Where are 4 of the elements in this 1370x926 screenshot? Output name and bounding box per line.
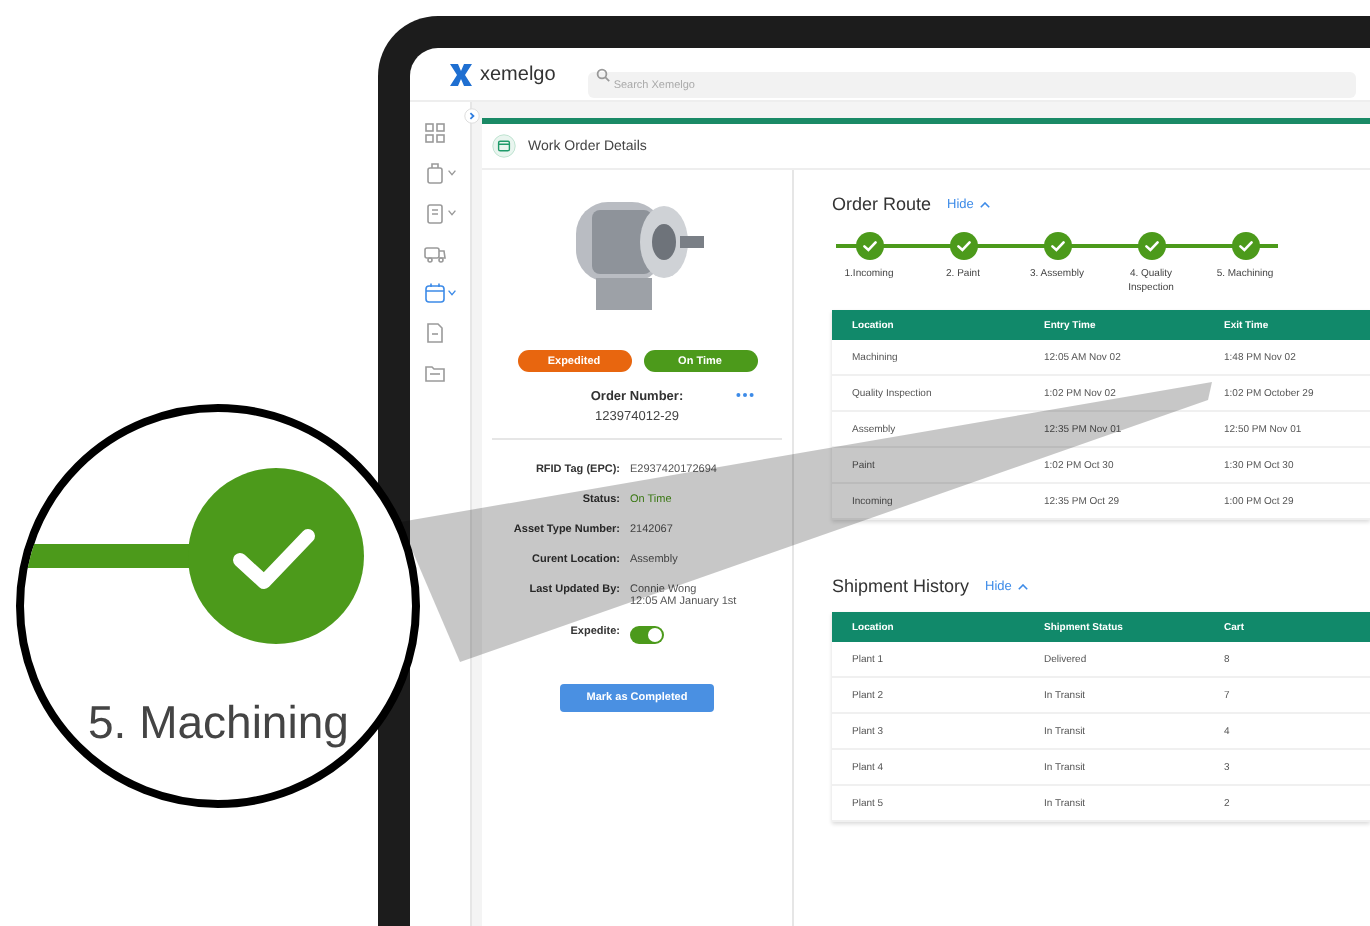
logo-text: xemelgo <box>480 63 556 85</box>
section-title: Order Route <box>832 194 932 214</box>
section-title: Shipment History <box>832 576 970 596</box>
step-label: 5. Machining <box>88 696 349 750</box>
